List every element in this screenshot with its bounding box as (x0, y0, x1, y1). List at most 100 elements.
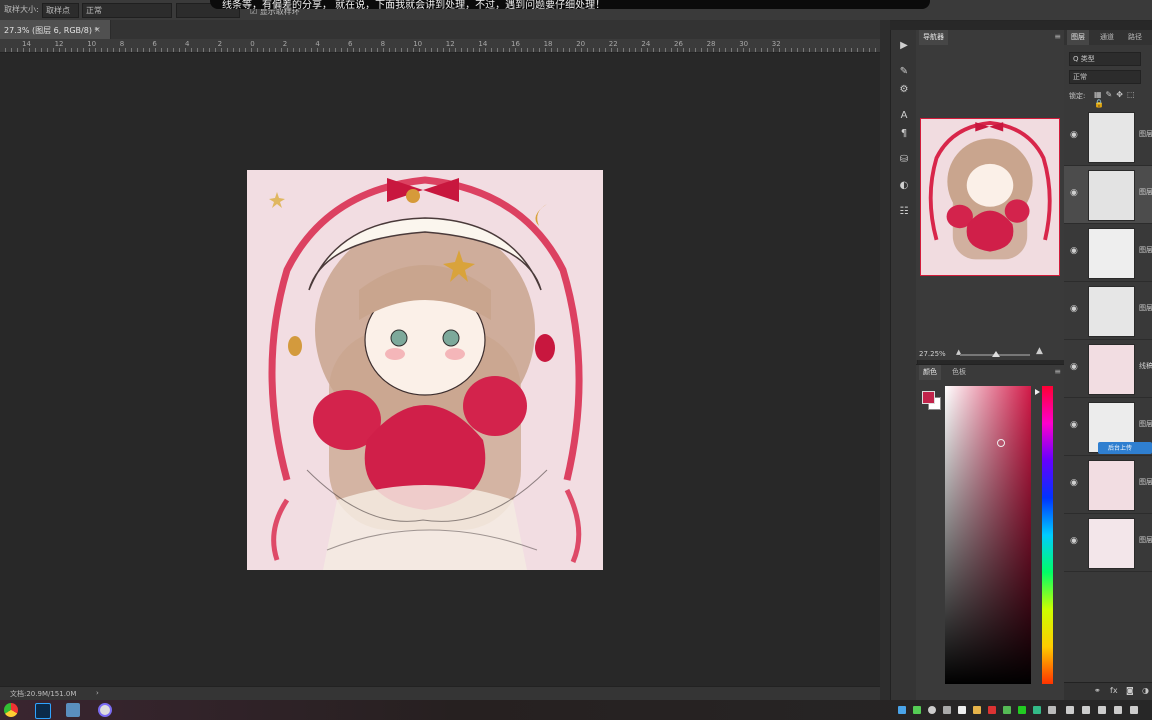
sample-size-dropdown[interactable]: 取样点 (42, 3, 79, 18)
tab-layers[interactable]: 图层 (1067, 30, 1089, 45)
zoom-in-icon[interactable]: ▲ (1036, 346, 1043, 356)
app-circle-icon[interactable] (98, 703, 112, 717)
tray-icon-7[interactable] (988, 706, 996, 714)
upload-badge[interactable]: 后台上传 (1098, 442, 1152, 454)
tray-icon-8[interactable] (1003, 706, 1011, 714)
tab-color[interactable]: 颜色 (919, 365, 941, 380)
hue-slider[interactable] (1042, 386, 1053, 684)
properties-icon[interactable]: ☷ (895, 204, 913, 220)
sample-size-value: 取样点 (46, 6, 70, 15)
layer-name[interactable]: 图层 (1139, 129, 1152, 139)
tray-icon-4[interactable] (943, 706, 951, 714)
layer-thumbnail[interactable] (1088, 228, 1135, 279)
layer-name[interactable]: 图层 (1139, 477, 1152, 487)
layer-row[interactable]: ◉ 图层 (1064, 514, 1152, 572)
layer-name[interactable]: 线稿 (1139, 361, 1152, 371)
tray-icon-11[interactable] (1048, 706, 1056, 714)
layer-visibility-eye-icon[interactable]: ◉ (1070, 362, 1078, 372)
brush-icon[interactable]: ✎ (895, 64, 913, 80)
character-icon[interactable]: A (895, 108, 913, 124)
play-icon[interactable]: ▶ (895, 38, 913, 54)
tray-icon-9[interactable] (1018, 706, 1026, 714)
color-picker-marker[interactable] (997, 439, 1005, 447)
layer-row[interactable]: ◉ 图层 (1064, 108, 1152, 166)
tray-icon-6[interactable] (973, 706, 981, 714)
color-picker-field[interactable] (945, 386, 1031, 684)
navigator-thumbnail[interactable] (920, 118, 1060, 276)
layer-thumbnail[interactable] (1088, 112, 1135, 163)
artwork-canvas[interactable] (247, 170, 603, 570)
layer-style-icon[interactable]: fx (1110, 686, 1118, 695)
document-tab-title: 27.3% (图层 6, RGB/8) * (4, 26, 99, 35)
tray-icon-3[interactable] (928, 706, 936, 714)
color-panel-menu-icon[interactable]: ≡ (1054, 367, 1061, 376)
link-layers-icon[interactable]: ⚭ (1094, 686, 1101, 695)
tray-icon-10[interactable] (1033, 706, 1041, 714)
tab-swatches[interactable]: 色板 (948, 365, 970, 380)
layer-thumbnail[interactable] (1088, 170, 1135, 221)
layer-row[interactable]: ◉ 图层 (1064, 456, 1152, 514)
document-tab-close-icon[interactable]: × (94, 25, 101, 34)
layer-visibility-eye-icon[interactable]: ◉ (1070, 188, 1078, 198)
document-tab[interactable]: 27.3% (图层 6, RGB/8) * × (0, 20, 111, 39)
layer-row[interactable]: ◉ 图层 (1064, 166, 1152, 224)
clone-source-icon[interactable]: ⛁ (895, 152, 913, 168)
layer-name[interactable]: 图层 (1139, 535, 1152, 545)
foreground-color-swatch[interactable] (922, 391, 935, 404)
layer-row[interactable]: ◉ 线稿 (1064, 340, 1152, 398)
blend-mode-dropdown[interactable]: 正常 (1069, 70, 1141, 84)
tab-channels[interactable]: 通道 (1096, 30, 1118, 45)
tray-icon-1[interactable] (898, 706, 906, 714)
tab-navigator[interactable]: 导航器 (919, 30, 948, 45)
layer-visibility-eye-icon[interactable]: ◉ (1070, 130, 1078, 140)
ruler-tick-label: 24 (641, 40, 651, 48)
adjustments-icon[interactable]: ◐ (895, 178, 913, 194)
layer-visibility-eye-icon[interactable]: ◉ (1070, 246, 1078, 256)
ruler-tick-label: 0 (250, 40, 255, 48)
layer-mask-icon[interactable]: ◙ (1126, 686, 1134, 695)
ruler-tick-label: 10 (413, 40, 423, 48)
tray-icon-5[interactable] (958, 706, 966, 714)
layer-name[interactable]: 图层 (1139, 419, 1152, 429)
brush-settings-icon[interactable]: ⚙ (895, 82, 913, 98)
navigator-panel: 导航器 ≡ 27.25% ▲ ▲ (916, 30, 1065, 360)
zoom-value[interactable]: 27.25% (919, 350, 946, 358)
layer-thumbnail[interactable] (1088, 286, 1135, 337)
photoshop-icon[interactable] (35, 703, 51, 719)
layer-name[interactable]: 图层 (1139, 187, 1152, 197)
ruler-tick-label: 6 (152, 40, 157, 48)
zoom-slider-handle[interactable] (992, 351, 1000, 357)
file-explorer-icon[interactable] (66, 703, 80, 717)
notification-icon[interactable] (1114, 706, 1122, 714)
network-icon[interactable] (1066, 706, 1074, 714)
layer-visibility-eye-icon[interactable]: ◉ (1070, 478, 1078, 488)
ruler-tick-label: 20 (576, 40, 586, 48)
tray-icon-2[interactable] (913, 706, 921, 714)
layers-panel: 图层 通道 路径 Q 类型 正常 锁定: ▦✎✥⬚🔒 ◉ 图层 ◉ 图层 ◉ 图层 ◉ 图层 ◉… (1064, 30, 1152, 701)
hue-slider-pointer[interactable] (1035, 389, 1040, 395)
layer-filter-label: Q 类型 (1073, 55, 1095, 63)
status-menu-arrow-icon[interactable]: › (96, 689, 99, 697)
layer-thumbnail[interactable] (1088, 460, 1135, 511)
layer-thumbnail[interactable] (1088, 344, 1135, 395)
layer-visibility-eye-icon[interactable]: ◉ (1070, 304, 1078, 314)
browser-icon[interactable] (4, 703, 18, 717)
tab-paths[interactable]: 路径 (1124, 30, 1146, 45)
status-bar: 文档:20.9M/151.0M › (0, 686, 880, 701)
mode-dropdown[interactable]: 正常 (82, 3, 172, 18)
layer-visibility-eye-icon[interactable]: ◉ (1070, 420, 1078, 430)
layer-visibility-eye-icon[interactable]: ◉ (1070, 536, 1078, 546)
layer-name[interactable]: 图层 (1139, 245, 1152, 255)
show-desktop-icon[interactable] (1130, 706, 1138, 714)
layer-row[interactable]: ◉ 图层 (1064, 224, 1152, 282)
panel-menu-icon[interactable]: ≡ (1054, 32, 1061, 41)
layer-thumbnail[interactable] (1088, 518, 1135, 569)
paragraph-icon[interactable]: ¶ (895, 126, 913, 142)
lock-options-icons[interactable]: ▦✎✥⬚🔒 (1094, 90, 1152, 108)
ime-icon[interactable] (1098, 706, 1106, 714)
adjustment-layer-icon[interactable]: ◑ (1142, 686, 1149, 695)
layer-filter-dropdown[interactable]: Q 类型 (1069, 52, 1141, 66)
layer-row[interactable]: ◉ 图层 (1064, 282, 1152, 340)
volume-icon[interactable] (1082, 706, 1090, 714)
layer-name[interactable]: 图层 (1139, 303, 1152, 313)
